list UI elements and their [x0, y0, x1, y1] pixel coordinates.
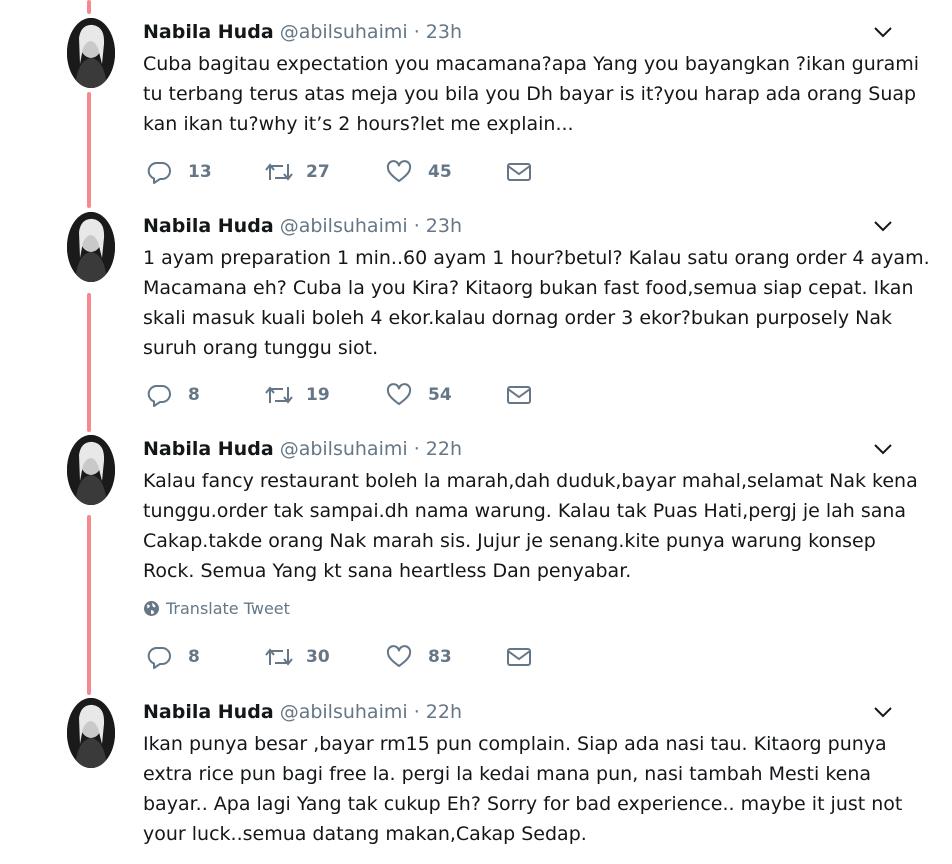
chevron-down-icon[interactable]	[872, 702, 894, 722]
tweet-text-line: kan ikan tu?why it’s 2 hours?let me expl…	[143, 113, 574, 135]
reply-icon	[147, 647, 171, 669]
retweet-count: 30	[306, 647, 330, 667]
avatar[interactable]	[67, 698, 115, 768]
separator: ·	[413, 215, 420, 237]
tweet-text-line: 1 ayam preparation 1 min..60 ayam 1 hour…	[143, 247, 930, 269]
thread-line	[87, 515, 91, 695]
chevron-down-icon[interactable]	[872, 22, 894, 42]
reply-count: 13	[188, 162, 212, 182]
envelope-icon	[507, 163, 531, 181]
tweet-text: Kalau fancy restaurant boleh la marah,da…	[143, 466, 918, 586]
globe-icon	[144, 601, 159, 616]
tweet-text-line: bayar.. Apa lagi Yang tak cukup Eh? Sorr…	[143, 793, 903, 815]
tweet-text-line: Kalau fancy restaurant boleh la marah,da…	[143, 470, 918, 492]
avatar[interactable]	[67, 212, 115, 282]
tweet-text-line: Ikan punya besar ,bayar rm15 pun complai…	[143, 733, 887, 755]
translate-tweet-link[interactable]: Translate Tweet	[143, 597, 290, 621]
retweet-icon	[265, 648, 293, 666]
retweet-icon	[265, 163, 293, 181]
tweet-time[interactable]: 23h	[426, 21, 462, 43]
tweet-text-line: tunggu.order tak sampai.dh nama warung. …	[143, 500, 907, 522]
author-handle[interactable]: @abilsuhaimi	[280, 215, 408, 237]
retweet-count: 27	[306, 162, 330, 182]
tweet-header: Nabila Huda @abilsuhaimi · 22h	[143, 698, 462, 726]
author-handle[interactable]: @abilsuhaimi	[280, 701, 408, 723]
like-count: 54	[428, 385, 452, 405]
tweet-time[interactable]: 23h	[426, 215, 462, 237]
author-name[interactable]: Nabila Huda	[143, 438, 274, 460]
direct-message-button[interactable]	[506, 643, 532, 671]
tweet-text-line: Cakap.takde orang Nak marah sis. Jujur j…	[143, 530, 876, 552]
heart-icon	[386, 160, 412, 182]
tweet-text-line: tu terbang terus atas meja you bila you …	[143, 83, 917, 105]
reply-icon	[147, 162, 171, 184]
reply-count: 8	[188, 647, 200, 667]
avatar[interactable]	[67, 435, 115, 505]
separator: ·	[413, 701, 420, 723]
like-count: 83	[428, 647, 452, 667]
tweet-time[interactable]: 22h	[426, 438, 462, 460]
author-handle[interactable]: @abilsuhaimi	[280, 438, 408, 460]
tweet-header: Nabila Huda @abilsuhaimi · 23h	[143, 18, 462, 46]
heart-icon	[386, 383, 412, 405]
separator: ·	[413, 438, 420, 460]
tweet-header: Nabila Huda @abilsuhaimi · 23h	[143, 212, 462, 240]
direct-message-button[interactable]	[506, 158, 532, 186]
thread-line	[87, 92, 91, 208]
tweet-text: Cuba bagitau expectation you macamana?ap…	[143, 49, 920, 139]
tweet-text-line: your luck..semua datang makan,Cakap Seda…	[143, 823, 587, 845]
tweet-text-line: Rock. Semua Yang kt sana heartless Dan p…	[143, 560, 632, 582]
tweet-text-line: Cuba bagitau expectation you macamana?ap…	[143, 53, 920, 75]
tweet-time[interactable]: 22h	[426, 701, 462, 723]
thread-line	[87, 0, 91, 14]
separator: ·	[413, 21, 420, 43]
tweet-text-line: skali masuk kuali boleh 4 ekor.kalau dor…	[143, 307, 892, 329]
tweet-actions: 8 30 83	[146, 643, 546, 671]
author-handle[interactable]: @abilsuhaimi	[280, 21, 408, 43]
envelope-icon	[507, 386, 531, 404]
translate-label: Translate Tweet	[166, 599, 290, 618]
avatar[interactable]	[67, 18, 115, 88]
author-name[interactable]: Nabila Huda	[143, 21, 274, 43]
tweet-text-line: suruh orang tunggu siot.	[143, 337, 379, 359]
retweet-count: 19	[306, 385, 330, 405]
tweet-actions: 13 27 45	[146, 158, 546, 186]
author-name[interactable]: Nabila Huda	[143, 215, 274, 237]
tweet-text: 1 ayam preparation 1 min..60 ayam 1 hour…	[143, 243, 930, 363]
tweet-actions: 8 19 54	[146, 381, 546, 409]
reply-icon	[147, 385, 171, 407]
tweet-header: Nabila Huda @abilsuhaimi · 22h	[143, 435, 462, 463]
retweet-icon	[265, 386, 293, 404]
envelope-icon	[507, 648, 531, 666]
author-name[interactable]: Nabila Huda	[143, 701, 274, 723]
chevron-down-icon[interactable]	[872, 439, 894, 459]
tweet-text-line: extra rice pun bagi free la. pergi la ke…	[143, 763, 872, 785]
heart-icon	[386, 645, 412, 667]
direct-message-button[interactable]	[506, 381, 532, 409]
like-count: 45	[428, 162, 452, 182]
chevron-down-icon[interactable]	[872, 216, 894, 236]
tweet-text: Ikan punya besar ,bayar rm15 pun complai…	[143, 729, 913, 849]
tweet-text-line: Macamana eh? Cuba la you Kira? Kitaorg b…	[143, 277, 914, 299]
reply-count: 8	[188, 385, 200, 405]
thread-line	[87, 293, 91, 432]
